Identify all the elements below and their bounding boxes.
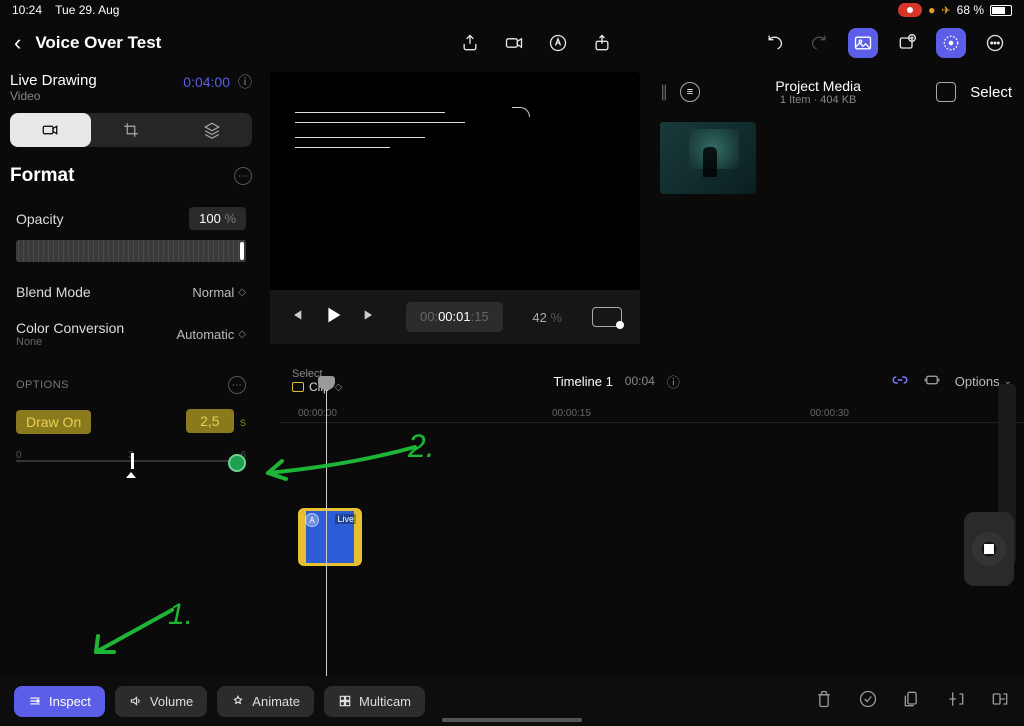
status-bar: 10:24 Tue 29. Aug ● ✈ 68 %: [0, 0, 1024, 20]
draw-on-slider[interactable]: 0 3 6: [16, 450, 246, 480]
share-icon[interactable]: [587, 28, 617, 58]
clip-badge-icon: A: [305, 513, 319, 527]
timeline-panel: Select Clip ◇ Timeline 1 00:04 ⓘ Options…: [280, 364, 1024, 676]
media-thumbnail[interactable]: [660, 122, 756, 194]
project-title: Voice Over Test: [35, 33, 161, 53]
recording-indicator: [898, 3, 922, 17]
draw-on-value[interactable]: 2,5: [186, 409, 233, 433]
opacity-label: Opacity: [16, 211, 63, 227]
options-more-icon[interactable]: ⋯: [228, 376, 246, 394]
drawing-strokes: [295, 112, 465, 157]
grid-view-icon[interactable]: [936, 82, 956, 102]
select-button[interactable]: Select: [970, 84, 1012, 101]
options-label: OPTIONS: [16, 379, 69, 391]
multicam-button[interactable]: Multicam: [324, 686, 425, 717]
colorconv-sub: None: [16, 336, 124, 348]
tab-layers[interactable]: [171, 113, 252, 147]
track-area[interactable]: A Live: [280, 488, 1024, 608]
tab-crop[interactable]: [91, 113, 172, 147]
clip-type: Video: [10, 89, 97, 103]
timeline-name: Timeline 1: [553, 374, 612, 389]
next-frame-button[interactable]: [362, 307, 378, 328]
play-button[interactable]: [322, 304, 344, 331]
volume-button[interactable]: Volume: [115, 686, 207, 717]
slider-end-dot[interactable]: [228, 454, 246, 472]
inspector-sidebar: Live Drawing Video 0:04:00 ⓘ Format ⋯ Op…: [0, 72, 262, 712]
pause-columns-icon[interactable]: ∥: [660, 82, 668, 102]
camera-icon[interactable]: [499, 28, 529, 58]
clip-duration: 0:04:00: [183, 74, 230, 90]
prev-frame-button[interactable]: [288, 307, 304, 328]
info-icon[interactable]: ⓘ: [238, 72, 252, 92]
timecode-display[interactable]: 00:00:01:15: [406, 302, 503, 332]
timeline-clip[interactable]: A Live: [298, 508, 362, 566]
dnd-icon: ●: [928, 3, 935, 17]
undo-icon[interactable]: [760, 28, 790, 58]
link-icon[interactable]: [891, 371, 909, 392]
drawing-arc: [512, 107, 530, 117]
clip-title: Live Drawing: [10, 72, 97, 89]
home-indicator[interactable]: [442, 718, 582, 722]
tab-video[interactable]: [10, 113, 91, 147]
overwrite-icon[interactable]: [990, 689, 1010, 714]
insert-icon[interactable]: [946, 689, 966, 714]
image-library-icon[interactable]: [848, 28, 878, 58]
opacity-value[interactable]: 100 %: [189, 207, 246, 230]
section-title: Format: [10, 165, 74, 187]
timeline-info-icon[interactable]: ⓘ: [667, 372, 680, 391]
snap-icon[interactable]: [923, 371, 941, 392]
timeline-duration: 00:04: [625, 374, 655, 388]
animate-button[interactable]: Animate: [217, 686, 314, 717]
right-tool-group: [760, 28, 1010, 58]
list-menu-icon[interactable]: ≡: [680, 82, 700, 102]
timeline-ruler[interactable]: 00:00:00 00:00:15 00:00:30: [280, 408, 1024, 428]
center-tool-group: [455, 28, 617, 58]
top-toolbar: ‹ Voice Over Test: [0, 20, 1024, 72]
transport-bar: 00:00:01:15 42 %: [270, 290, 640, 344]
trash-icon[interactable]: [814, 689, 834, 714]
redo-icon[interactable]: [804, 28, 834, 58]
status-left: 10:24 Tue 29. Aug: [12, 3, 119, 17]
opacity-slider[interactable]: [16, 240, 246, 262]
blend-value[interactable]: Normal ◇: [192, 285, 246, 300]
more-icon[interactable]: [980, 28, 1010, 58]
export-icon[interactable]: [455, 28, 485, 58]
battery-icon: [990, 5, 1012, 16]
effects-icon[interactable]: [936, 28, 966, 58]
add-media-icon[interactable]: [892, 28, 922, 58]
status-right: ● ✈ 68 %: [898, 3, 1012, 17]
draw-on-label: Draw On: [16, 410, 91, 434]
zoom-value[interactable]: 42 %: [532, 310, 562, 325]
clip-block-label: Live: [335, 514, 356, 524]
preview-viewer[interactable]: [270, 72, 640, 290]
inspector-tabs: [10, 113, 252, 147]
jog-wheel[interactable]: [964, 512, 1014, 586]
media-subtitle: 1 Item · 404 KB: [714, 94, 922, 106]
fit-toggle[interactable]: [592, 307, 622, 327]
status-date: Tue 29. Aug: [55, 3, 119, 17]
section-more-icon[interactable]: ⋯: [234, 167, 252, 185]
status-time: 10:24: [12, 3, 42, 17]
airplane-icon: ✈: [941, 4, 950, 17]
battery-pct: 68 %: [957, 3, 984, 17]
colorconv-value[interactable]: Automatic ◇: [176, 327, 246, 342]
colorconv-label: Color Conversion: [16, 320, 124, 336]
back-button[interactable]: ‹: [14, 30, 21, 56]
check-circle-icon[interactable]: [858, 689, 878, 714]
duplicate-icon[interactable]: [902, 689, 922, 714]
inspect-button[interactable]: Inspect: [14, 686, 105, 717]
text-style-icon[interactable]: [543, 28, 573, 58]
media-title: Project Media: [714, 78, 922, 94]
playhead-line[interactable]: [326, 382, 327, 676]
draw-on-unit: s: [240, 415, 246, 429]
blend-label: Blend Mode: [16, 284, 91, 300]
